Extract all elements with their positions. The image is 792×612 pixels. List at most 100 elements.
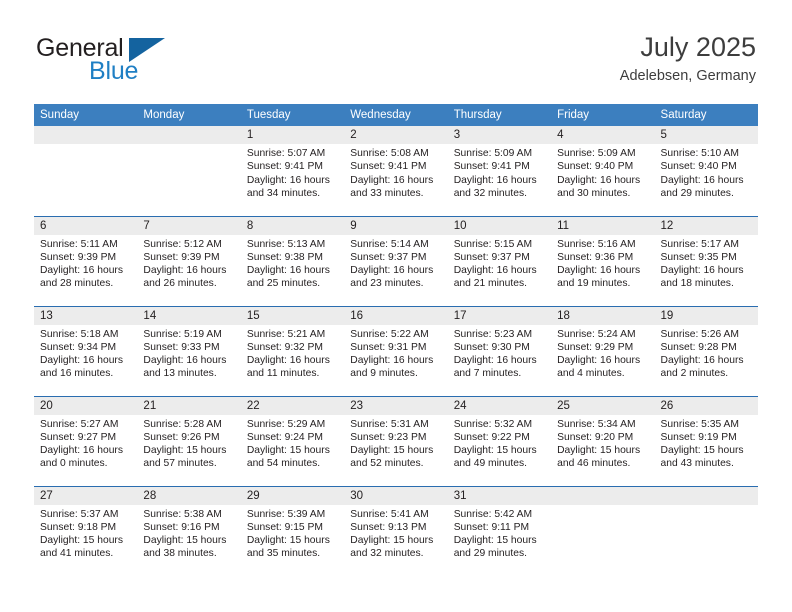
day-number: 10: [447, 216, 552, 235]
calendar-day-cell[interactable]: 5 Sunrise: 5:10 AM Sunset: 9:40 PM Daylight…: [654, 126, 758, 216]
day-number: 30: [344, 486, 448, 505]
sunset-text: Sunset: 9:20 PM: [557, 431, 634, 443]
sunset-text: Sunset: 9:34 PM: [40, 341, 117, 353]
sunrise-text: Sunrise: 5:38 AM: [143, 508, 222, 520]
sunset-text: Sunset: 9:26 PM: [143, 431, 220, 443]
daylight-text-line2: and 25 minutes.: [246, 278, 321, 290]
calendar-day-cell[interactable]: 17 Sunrise: 5:23 AM Sunset: 9:30 PM Dayligh…: [447, 305, 552, 396]
calendar-day-cell[interactable]: 10 Sunrise: 5:15 AM Sunset: 9:37 PM Dayligh…: [447, 215, 552, 306]
calendar-day-cell[interactable]: 14 Sunrise: 5:19 AM Sunset: 9:33 PM Dayligh…: [137, 305, 241, 396]
daylight-text-line1: Daylight: 16 hours: [350, 265, 434, 277]
calendar-day-cell[interactable]: 31 Sunrise: 5:42 AM Sunset: 9:11 PM Dayligh…: [447, 485, 552, 576]
sunset-text: Sunset: 9:39 PM: [40, 251, 117, 263]
day-details: Sunrise: 5:37 AM Sunset: 9:18 PM Daylight:…: [34, 505, 137, 561]
day-details: Sunrise: 5:07 AM Sunset: 9:41 PM Daylight:…: [241, 144, 344, 200]
daylight-text-line2: and 28 minutes.: [40, 278, 114, 290]
sunrise-text: Sunrise: 5:17 AM: [660, 238, 739, 250]
calendar-day-cell[interactable]: 19 Sunrise: 5:26 AM Sunset: 9:28 PM Dayligh…: [654, 305, 758, 396]
day-number: [654, 486, 758, 505]
calendar-day-cell[interactable]: 22 Sunrise: 5:29 AM Sunset: 9:24 PM Dayligh…: [240, 395, 345, 486]
daylight-text-line2: and 29 minutes.: [660, 187, 734, 199]
calendar-day-cell[interactable]: 15 Sunrise: 5:21 AM Sunset: 9:32 PM Dayligh…: [240, 305, 345, 396]
sunrise-text: Sunrise: 5:27 AM: [40, 418, 119, 430]
daylight-text-line2: and 38 minutes.: [143, 548, 217, 560]
daylight-text-line1: Daylight: 16 hours: [246, 174, 330, 186]
calendar-week-row: 27 Sunrise: 5:37 AM Sunset: 9:18 PM Dayligh…: [34, 485, 758, 576]
calendar-day-cell[interactable]: 13 Sunrise: 5:18 AM Sunset: 9:34 PM Dayligh…: [34, 305, 138, 396]
day-number: 7: [137, 216, 241, 235]
daylight-text-line1: Daylight: 15 hours: [660, 445, 744, 457]
sunrise-text: Sunrise: 5:41 AM: [350, 508, 429, 520]
calendar-day-cell[interactable]: 26 Sunrise: 5:35 AM Sunset: 9:19 PM Dayligh…: [654, 395, 758, 486]
sunset-text: Sunset: 9:37 PM: [453, 251, 530, 263]
day-number: 22: [240, 396, 345, 415]
sunset-text: Sunset: 9:16 PM: [143, 521, 220, 533]
daylight-text-line1: Daylight: 16 hours: [453, 265, 537, 277]
sunset-text: Sunset: 9:35 PM: [660, 251, 737, 263]
daylight-text-line2: and 0 minutes.: [40, 458, 108, 470]
day-details: Sunrise: 5:38 AM Sunset: 9:16 PM Daylight:…: [137, 505, 240, 561]
calendar-day-cell[interactable]: 24 Sunrise: 5:32 AM Sunset: 9:22 PM Dayligh…: [447, 395, 552, 486]
calendar-day-cell[interactable]: 3 Sunrise: 5:09 AM Sunset: 9:41 PM Daylight…: [447, 126, 552, 216]
day-details: Sunrise: 5:14 AM Sunset: 9:37 PM Daylight:…: [344, 235, 447, 291]
daylight-text-line1: Daylight: 16 hours: [557, 174, 641, 186]
day-details: Sunrise: 5:22 AM Sunset: 9:31 PM Daylight:…: [344, 325, 447, 381]
calendar-day-cell[interactable]: 18 Sunrise: 5:24 AM Sunset: 9:29 PM Dayligh…: [551, 305, 655, 396]
calendar-day-cell[interactable]: 11 Sunrise: 5:16 AM Sunset: 9:36 PM Dayligh…: [551, 215, 655, 306]
day-details: Sunrise: 5:31 AM Sunset: 9:23 PM Daylight:…: [344, 415, 447, 471]
calendar-day-cell[interactable]: 2 Sunrise: 5:08 AM Sunset: 9:41 PM Daylight…: [344, 126, 448, 216]
sunrise-text: Sunrise: 5:31 AM: [350, 418, 429, 430]
daylight-text-line2: and 13 minutes.: [143, 368, 217, 380]
calendar-day-cell[interactable]: 25 Sunrise: 5:34 AM Sunset: 9:20 PM Dayligh…: [551, 395, 655, 486]
calendar-day-cell[interactable]: 4 Sunrise: 5:09 AM Sunset: 9:40 PM Daylight…: [551, 126, 655, 216]
day-details: Sunrise: 5:23 AM Sunset: 9:30 PM Daylight:…: [448, 325, 551, 381]
day-number: 5: [654, 126, 758, 144]
calendar-day-cell[interactable]: 30 Sunrise: 5:41 AM Sunset: 9:13 PM Dayligh…: [344, 485, 448, 576]
day-number: 25: [551, 396, 655, 415]
calendar-header-row: Sunday Monday Tuesday Wednesday Thursday…: [34, 104, 758, 126]
calendar-day-cell[interactable]: 21 Sunrise: 5:28 AM Sunset: 9:26 PM Dayligh…: [137, 395, 241, 486]
day-number: 8: [240, 216, 345, 235]
day-number: 17: [447, 306, 552, 325]
calendar-week-row: 6 Sunrise: 5:11 AM Sunset: 9:39 PM Daylight…: [34, 215, 758, 306]
day-number: 16: [344, 306, 448, 325]
calendar-day-cell[interactable]: 8 Sunrise: 5:13 AM Sunset: 9:38 PM Daylight…: [240, 215, 345, 306]
calendar-week-row: 13 Sunrise: 5:18 AM Sunset: 9:34 PM Dayligh…: [34, 305, 758, 396]
day-details: Sunrise: 5:29 AM Sunset: 9:24 PM Daylight:…: [241, 415, 344, 471]
day-details: Sunrise: 5:27 AM Sunset: 9:27 PM Daylight:…: [34, 415, 137, 471]
sunrise-text: Sunrise: 5:08 AM: [350, 148, 429, 159]
day-number: 9: [344, 216, 448, 235]
daylight-text-line1: Daylight: 16 hours: [246, 355, 330, 367]
calendar-day-cell[interactable]: 1 Sunrise: 5:07 AM Sunset: 9:41 PM Daylight…: [240, 126, 345, 216]
page-title: July 2025: [640, 32, 756, 62]
sunrise-text: Sunrise: 5:11 AM: [40, 238, 118, 250]
calendar-day-cell[interactable]: 23 Sunrise: 5:31 AM Sunset: 9:23 PM Dayligh…: [344, 395, 448, 486]
daylight-text-line2: and 18 minutes.: [660, 278, 734, 290]
sunrise-text: Sunrise: 5:24 AM: [557, 328, 636, 340]
calendar-day-cell[interactable]: 7 Sunrise: 5:12 AM Sunset: 9:39 PM Daylight…: [137, 215, 241, 306]
day-number: 11: [551, 216, 655, 235]
calendar-day-cell[interactable]: 20 Sunrise: 5:27 AM Sunset: 9:27 PM Dayligh…: [34, 395, 138, 486]
calendar-day-cell[interactable]: 16 Sunrise: 5:22 AM Sunset: 9:31 PM Dayligh…: [344, 305, 448, 396]
title-block: July 2025 Adelebsen, Germany: [620, 32, 756, 85]
brand-logo[interactable]: General Blue: [36, 36, 236, 92]
daylight-text-line1: Daylight: 16 hours: [350, 355, 434, 367]
calendar-day-cell[interactable]: 9 Sunrise: 5:14 AM Sunset: 9:37 PM Daylight…: [344, 215, 448, 306]
calendar-day-cell[interactable]: 29 Sunrise: 5:39 AM Sunset: 9:15 PM Dayligh…: [240, 485, 345, 576]
weekday-header-friday: Friday: [551, 104, 655, 126]
daylight-text-line2: and 57 minutes.: [143, 458, 217, 470]
sunset-text: Sunset: 9:30 PM: [453, 341, 530, 353]
calendar-day-cell[interactable]: 27 Sunrise: 5:37 AM Sunset: 9:18 PM Dayligh…: [34, 485, 138, 576]
calendar-day-cell[interactable]: 12 Sunrise: 5:17 AM Sunset: 9:35 PM Dayligh…: [654, 215, 758, 306]
sunrise-text: Sunrise: 5:23 AM: [453, 328, 533, 340]
day-number: [551, 486, 655, 505]
calendar-day-cell-empty: [551, 485, 655, 576]
daylight-text-line2: and 23 minutes.: [350, 278, 424, 290]
day-number: 21: [137, 396, 241, 415]
calendar-day-cell[interactable]: 28 Sunrise: 5:38 AM Sunset: 9:16 PM Dayligh…: [137, 485, 241, 576]
daylight-text-line1: Daylight: 16 hours: [557, 355, 641, 367]
sunset-text: Sunset: 9:28 PM: [660, 341, 737, 353]
calendar-day-cell[interactable]: 6 Sunrise: 5:11 AM Sunset: 9:39 PM Daylight…: [34, 215, 138, 306]
daylight-text-line2: and 2 minutes.: [660, 368, 729, 380]
day-details: Sunrise: 5:08 AM Sunset: 9:41 PM Daylight:…: [344, 144, 447, 200]
